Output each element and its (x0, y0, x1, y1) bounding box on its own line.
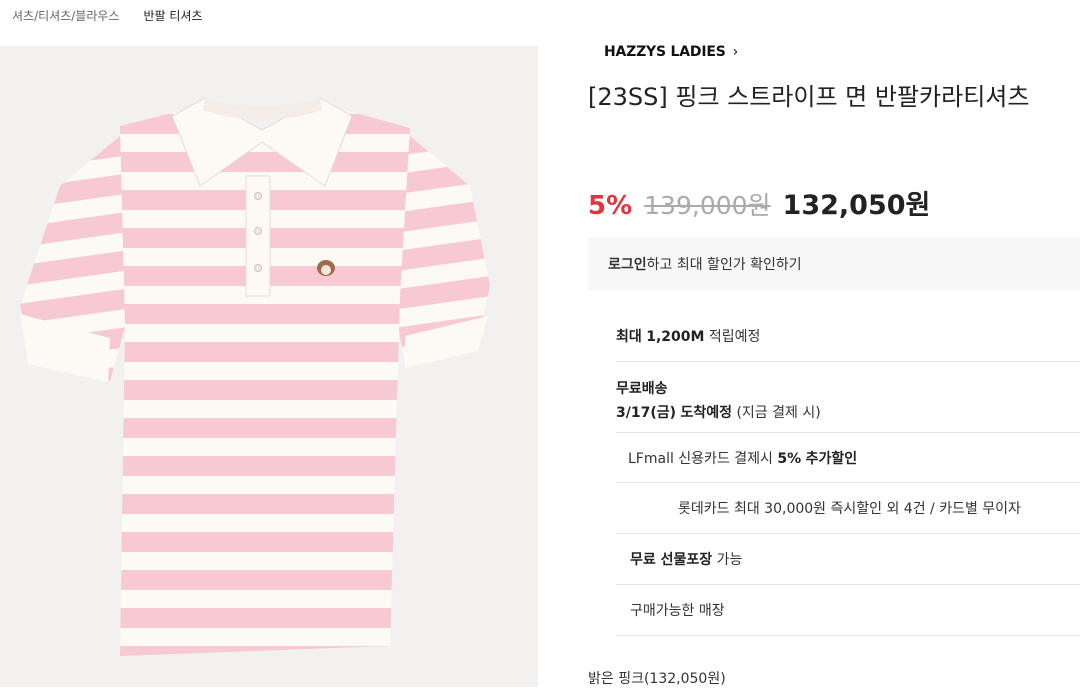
points-amount: 1,200M (646, 329, 705, 345)
gift-wrap-benefit: 무료 선물포장 가능 (630, 549, 1080, 569)
divider (616, 635, 1080, 636)
shipping-arrival: 도착예정 (680, 405, 732, 421)
points-benefit: 최대 1,200M 적립예정 (616, 326, 1080, 346)
breadcrumb-category[interactable]: 셔츠/티셔츠/블라우스 (12, 7, 119, 24)
points-label: 최대 (616, 329, 642, 345)
divider (616, 482, 1080, 483)
breadcrumb: 셔츠/티셔츠/블라우스 반팔 티셔츠 (12, 4, 202, 26)
lotte-card-benefit[interactable]: 롯데카드 최대 30,000원 즉시할인 외 4건 / 카드별 무이자 (678, 498, 1080, 518)
divider (616, 584, 1080, 585)
striped-polo-shirt-image (20, 97, 490, 656)
divider (616, 361, 1080, 362)
product-title: [23SS] 핑크 스트라이프 면 반팔카라티셔츠 (588, 83, 1030, 111)
store-availability-link[interactable]: 구매가능한 매장 (630, 600, 1080, 620)
breadcrumb-current[interactable]: 반팔 티셔츠 (143, 7, 202, 24)
gift-wrap-rest: 가능 (716, 552, 743, 568)
gift-wrap-label: 무료 선물포장 (630, 552, 713, 568)
discount-rate: 5% (588, 191, 633, 221)
card-rate: 5% (777, 451, 802, 467)
card-prefix: LFmall 신용카드 결제시 (628, 451, 773, 467)
sale-price: 132,050원 (782, 190, 931, 221)
brand-link[interactable]: HAZZYS LADIES › (604, 44, 738, 60)
dog-logo-icon (317, 260, 335, 276)
login-discount-banner[interactable]: 로그인 하고 최대 할인가 확인하기 (588, 237, 1080, 290)
selected-option-label: 밝은 핑크(132,050원) (588, 671, 726, 687)
chevron-right-icon: › (732, 44, 739, 60)
shipping-title: 무료배송 (616, 381, 668, 397)
login-banner-text: 하고 최대 할인가 확인하기 (646, 256, 802, 273)
product-image[interactable] (0, 46, 538, 687)
divider (616, 432, 1080, 433)
original-price: 139,000원 (644, 191, 771, 220)
price-row: 5% 139,000원 132,050원 (588, 183, 930, 222)
store-availability-text: 구매가능한 매장 (630, 603, 725, 619)
divider (616, 533, 1080, 534)
shipping-note: (지금 결제 시) (736, 405, 821, 421)
lotte-card-text: 롯데카드 최대 30,000원 즉시할인 외 4건 / 카드별 무이자 (678, 501, 1021, 517)
card-benefit[interactable]: LFmall 신용카드 결제시 5% 추가할인 (628, 448, 1080, 468)
brand-name: HAZZYS LADIES (604, 44, 726, 60)
points-suffix: 적립예정 (708, 329, 761, 345)
login-link[interactable]: 로그인 (588, 254, 647, 274)
shipping-benefit: 무료배송 3/17(금) 도착예정 (지금 결제 시) (616, 377, 1080, 425)
card-suffix: 추가할인 (805, 451, 858, 467)
shipping-date: 3/17(금) (616, 405, 677, 421)
